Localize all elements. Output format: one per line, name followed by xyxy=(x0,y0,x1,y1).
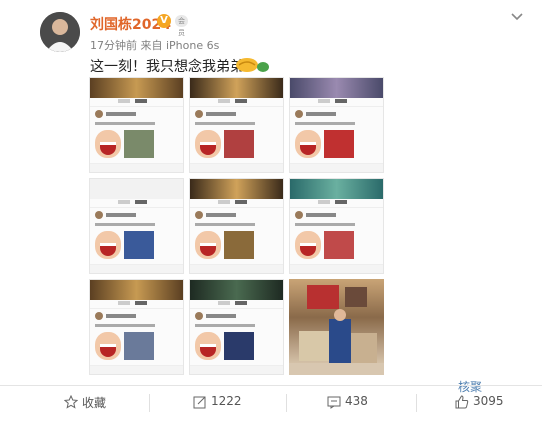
thumbs-up-icon xyxy=(455,395,469,409)
chevron-down-icon[interactable] xyxy=(508,8,526,26)
grid-image[interactable] xyxy=(89,77,184,173)
comment-icon xyxy=(327,396,341,409)
grid-image[interactable] xyxy=(289,77,384,173)
grid-image[interactable] xyxy=(89,178,184,274)
weibo-post: 刘国栋2024 V 会员 17分钟前 来自 iPhone 6s 这一刻！我只想念… xyxy=(0,0,542,443)
repost-icon xyxy=(193,396,206,409)
post-source: 来自 iPhone 6s xyxy=(140,39,220,52)
divider xyxy=(286,394,287,412)
post-text: 这一刻！我只想念我弟弟！ xyxy=(90,59,258,75)
handshake-icon xyxy=(236,58,258,72)
divider xyxy=(149,394,150,412)
repost-count: 1222 xyxy=(211,394,242,408)
green-emoji-icon xyxy=(257,62,269,72)
star-icon xyxy=(64,395,78,409)
grid-image[interactable] xyxy=(189,178,284,274)
image-grid xyxy=(89,77,384,375)
grid-image[interactable] xyxy=(189,279,284,375)
comment-count: 438 xyxy=(345,394,368,408)
action-bar: 收藏 1222 438 3095 xyxy=(0,385,542,443)
divider xyxy=(416,394,417,412)
like-count: 3095 xyxy=(473,394,504,408)
divider xyxy=(0,385,542,386)
avatar[interactable] xyxy=(40,12,80,52)
verified-badge-icon: V xyxy=(157,14,171,28)
favorite-label: 收藏 xyxy=(82,396,107,410)
grid-image[interactable] xyxy=(289,178,384,274)
post-meta: 17分钟前 来自 iPhone 6s xyxy=(90,37,219,53)
grid-photo[interactable] xyxy=(289,279,384,375)
member-badge: 会员 xyxy=(175,15,188,37)
grid-image[interactable] xyxy=(89,279,184,375)
grid-image[interactable] xyxy=(189,77,284,173)
post-time: 17分钟前 xyxy=(90,39,137,52)
